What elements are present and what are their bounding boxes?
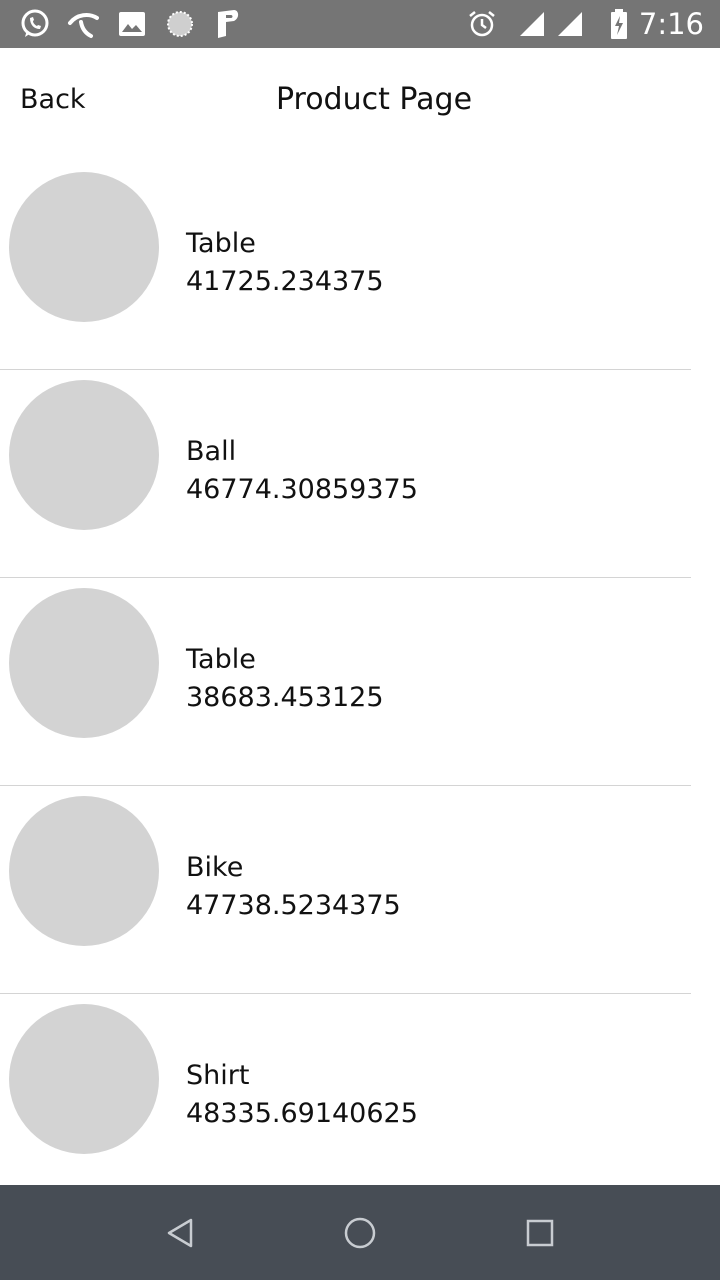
product-name: Shirt [186,1060,250,1091]
home-circle-icon[interactable] [338,1211,382,1255]
product-name: Table [186,228,256,259]
avatar [9,796,159,946]
navigation-bar [0,1185,720,1280]
parking-icon [212,8,244,40]
sync-icon [164,8,196,40]
status-time: 7:16 [638,7,704,41]
product-list: Table 41725.234375 Ball 46774.30859375 T… [0,162,720,1202]
list-item[interactable]: Table 41725.234375 [0,162,691,370]
avatar [9,588,159,738]
signal-icon [516,8,548,40]
recents-square-icon[interactable] [518,1211,562,1255]
product-price: 47738.5234375 [186,890,401,921]
product-name: Table [186,644,256,675]
product-price: 48335.69140625 [186,1098,418,1129]
list-item[interactable]: Table 38683.453125 [0,578,691,786]
product-name: Ball [186,436,237,467]
back-triangle-icon[interactable] [158,1211,202,1255]
list-item[interactable]: Ball 46774.30859375 [0,370,691,578]
telenor-icon [67,8,99,40]
alarm-icon [466,8,498,40]
page-title: Product Page [275,82,473,117]
header: Back Product Page [0,48,720,152]
product-price: 41725.234375 [186,266,384,297]
battery-charging-icon [603,8,635,40]
screen: 7:16 Back Product Page Table 41725.23437… [0,0,720,1280]
signal-icon [554,8,586,40]
product-name: Bike [186,852,244,883]
status-bar: 7:16 [0,0,720,48]
avatar [9,172,159,322]
whatsapp-icon [19,8,51,40]
product-price: 38683.453125 [186,682,384,713]
product-price: 46774.30859375 [186,474,418,505]
list-item[interactable]: Bike 47738.5234375 [0,786,691,994]
list-item[interactable]: Shirt 48335.69140625 [0,994,691,1202]
avatar [9,1004,159,1154]
gallery-icon [116,8,148,40]
avatar [9,380,159,530]
